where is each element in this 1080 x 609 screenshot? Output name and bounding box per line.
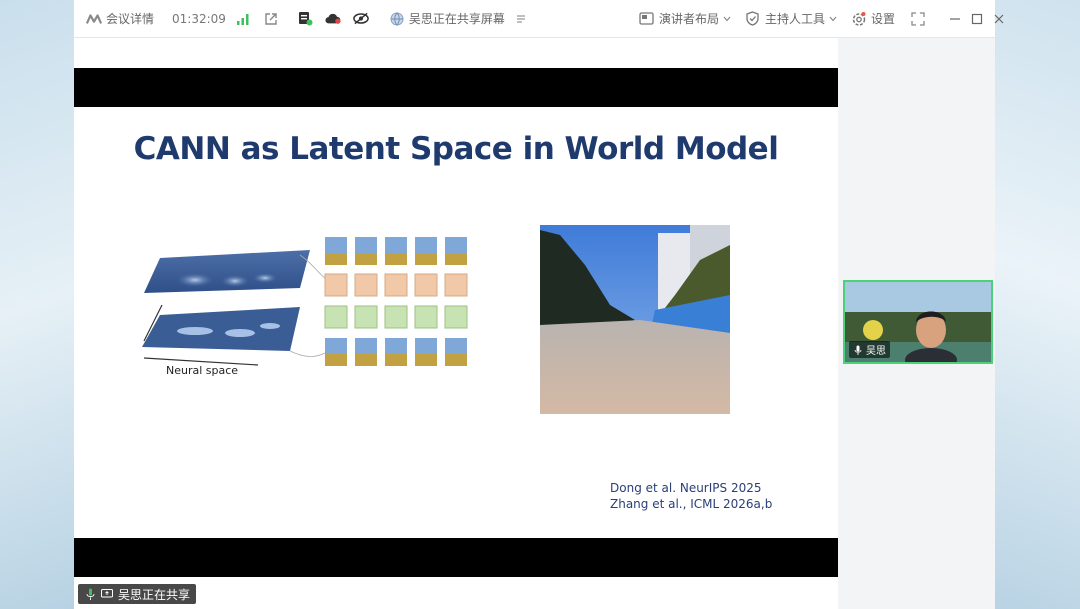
participant-name-tag: 吴思	[849, 341, 890, 358]
minimize-icon[interactable]	[949, 11, 961, 27]
sharing-indicator-label: 吴思正在共享	[118, 587, 191, 602]
sharing-indicator: 吴思正在共享	[78, 584, 197, 604]
gear-icon	[851, 11, 867, 27]
presentation-slide: CANN as Latent Space in World Model Neur…	[74, 107, 838, 538]
settings-label: 设置	[870, 12, 895, 26]
settings-button[interactable]: 设置	[851, 10, 895, 27]
globe-share-icon	[389, 11, 405, 27]
close-icon[interactable]	[993, 11, 1005, 27]
sharing-status-label: 吴思正在共享屏幕	[408, 12, 505, 26]
microphone-icon	[84, 588, 96, 600]
presenter-layout-label: 演讲者布局	[658, 12, 719, 26]
cloud-record-icon[interactable]	[325, 11, 341, 27]
maximize-icon[interactable]	[971, 11, 983, 27]
reference-line: Zhang et al., ICML 2026a,b	[610, 497, 773, 511]
letterbox-top	[74, 68, 838, 107]
reference-line: Dong et al. NeurIPS 2025	[610, 481, 762, 495]
host-tools-label: 主持人工具	[764, 12, 825, 26]
frame-grid	[324, 237, 468, 366]
neural-space-label: Neural space	[166, 364, 238, 377]
references: Dong et al. NeurIPS 2025 Zhang et al., I…	[610, 480, 772, 512]
slide-title: CANN as Latent Space in World Model	[133, 131, 779, 167]
desktop-background-right	[995, 0, 1080, 609]
presenter-layout-menu[interactable]: 演讲者布局	[639, 10, 731, 27]
chevron-down-icon	[723, 11, 731, 27]
desktop-background-left	[0, 0, 74, 609]
signal-strength-icon[interactable]	[236, 11, 250, 27]
record-file-icon[interactable]	[298, 11, 313, 27]
shield-icon	[745, 11, 761, 27]
participant-video-tile[interactable]: 吴思	[843, 280, 993, 364]
host-tools-menu[interactable]: 主持人工具	[745, 10, 837, 27]
list-icon	[513, 11, 529, 27]
street-view-photo	[540, 225, 730, 414]
layout-icon	[639, 11, 655, 27]
meeting-toolbar: 会议详情 01:32:09 吴思正在共享屏幕 演讲者布局 主持人工具 设置	[74, 0, 1004, 38]
cann-diagram: Neural space	[142, 237, 468, 377]
fullscreen-icon[interactable]	[911, 11, 925, 27]
participant-name: 吴思	[866, 346, 886, 357]
screen-share-icon	[101, 588, 113, 600]
shared-screen: CANN as Latent Space in World Model Neur…	[74, 38, 838, 609]
letterbox-bottom	[74, 538, 838, 577]
microphone-icon	[853, 345, 863, 355]
meeting-details-button[interactable]: 会议详情	[86, 10, 154, 27]
participant-panel: 吴思	[838, 38, 995, 609]
screen-share-status[interactable]: 吴思正在共享屏幕	[389, 10, 529, 27]
hide-view-icon[interactable]	[353, 11, 369, 27]
meeting-details-label: 会议详情	[106, 12, 155, 26]
meeting-timer: 01:32:09	[172, 11, 226, 26]
meeting-logo-icon	[86, 11, 102, 27]
chevron-down-icon	[829, 11, 837, 27]
meeting-window: 会议详情 01:32:09 吴思正在共享屏幕 演讲者布局 主持人工具 设置 CA…	[74, 0, 1004, 609]
pop-out-icon[interactable]	[264, 11, 278, 27]
